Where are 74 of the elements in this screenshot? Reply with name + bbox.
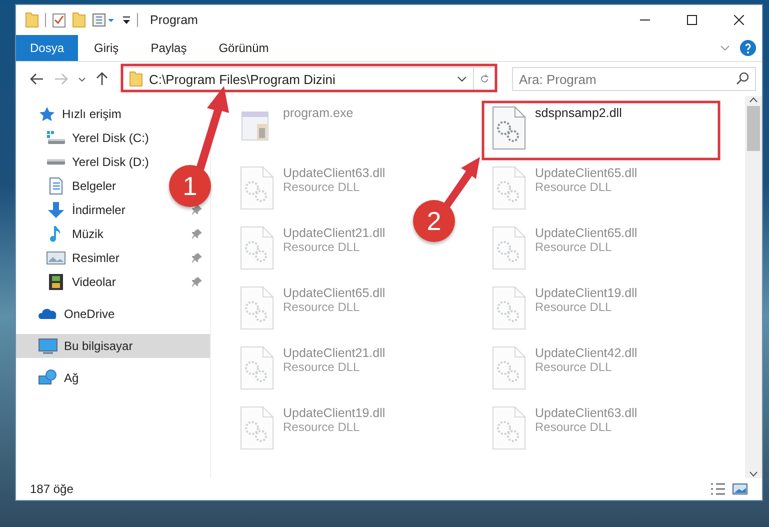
file-type: Resource DLL xyxy=(535,360,613,374)
close-icon xyxy=(734,15,744,25)
file-gear-icon xyxy=(491,406,527,450)
file-type: Resource DLL xyxy=(535,300,613,314)
dropdown-arrow-icon[interactable] xyxy=(122,15,131,25)
sidebar-item[interactable]: Yerel Disk (D:) xyxy=(16,150,157,174)
sidebar-item[interactable]: Yerel Disk (C:) xyxy=(16,126,157,150)
address-field[interactable]: C:\Program Files\Program Dizini xyxy=(122,67,496,91)
network-icon xyxy=(38,369,58,387)
view-options-icon[interactable] xyxy=(92,13,116,27)
window-title: Program xyxy=(150,13,198,27)
pin-icon xyxy=(192,253,202,263)
ribbon-tab[interactable]: Giriş xyxy=(78,35,135,61)
file-type: Resource DLL xyxy=(283,420,361,434)
folder-icon xyxy=(129,71,143,87)
file-type: Resource DLL xyxy=(535,420,613,434)
sidebar-item[interactable]: OneDrive xyxy=(16,302,123,326)
file-gear-icon xyxy=(239,346,275,390)
film-icon xyxy=(46,273,66,291)
search-icon xyxy=(736,72,749,85)
properties-icon[interactable] xyxy=(52,12,66,28)
file-gear-icon xyxy=(491,166,527,210)
ribbon-tab[interactable]: Paylaş xyxy=(134,35,203,61)
file-gear-icon xyxy=(239,166,275,210)
sidebar-item[interactable]: Müzik xyxy=(16,222,210,246)
sidebar-item[interactable]: Bu bilgisayar xyxy=(16,334,210,358)
sidebar-item[interactable]: Belgeler xyxy=(16,174,124,198)
pin-icon xyxy=(192,229,202,239)
details-view-icon[interactable] xyxy=(710,482,726,496)
help-icon[interactable] xyxy=(740,40,756,56)
file-gear-icon xyxy=(239,286,275,330)
back-button[interactable] xyxy=(28,71,46,87)
file-gear-icon xyxy=(491,286,527,330)
sidebar-item[interactable]: Videolar xyxy=(16,270,210,294)
file-type: Resource DLL xyxy=(283,360,361,374)
file-type: Resource DLL xyxy=(283,300,361,314)
file-gear-icon xyxy=(491,106,527,150)
download-arrow-icon xyxy=(46,201,66,219)
scroll-down-icon[interactable] xyxy=(749,470,758,478)
file-gear-icon xyxy=(491,226,527,270)
star-icon xyxy=(38,106,56,122)
ribbon-tab[interactable]: Görünüm xyxy=(202,35,285,61)
item-count: 187 öğe xyxy=(30,482,74,496)
file-type: Resource DLL xyxy=(535,180,613,194)
picture-icon xyxy=(46,249,66,267)
back-arrow-icon xyxy=(30,73,44,85)
refresh-icon xyxy=(480,73,489,85)
maximize-icon xyxy=(686,15,696,25)
scroll-up-icon[interactable] xyxy=(749,96,758,104)
file-gear-icon xyxy=(239,406,275,450)
pin-icon xyxy=(192,205,202,215)
drive-icon xyxy=(47,159,65,165)
file-name[interactable]: sdspnsamp2.dll xyxy=(535,106,622,120)
file-gear-icon xyxy=(239,226,275,270)
up-button[interactable] xyxy=(94,70,110,88)
up-arrow-icon xyxy=(96,72,108,86)
monitor-icon xyxy=(38,337,58,355)
sidebar-item[interactable]: Ağ xyxy=(16,366,87,390)
folder-icon xyxy=(25,12,39,28)
sidebar-item[interactable]: Hızlı erişim xyxy=(16,102,130,126)
large-icons-view-icon[interactable] xyxy=(732,482,748,496)
search-field[interactable]: Ara: Program xyxy=(512,67,756,91)
file-type: Resource DLL xyxy=(283,240,361,254)
ribbon-tab[interactable]: Dosya xyxy=(16,35,78,61)
pin-icon xyxy=(192,277,202,287)
sidebar-item[interactable]: Resimler xyxy=(16,246,210,270)
file-gear-icon xyxy=(491,346,527,390)
forward-arrow-icon xyxy=(54,73,68,85)
cloud-icon xyxy=(38,307,58,321)
scrollbar-thumb[interactable] xyxy=(747,106,760,151)
file-type: Resource DLL xyxy=(535,240,613,254)
file-type: Resource DLL xyxy=(283,180,361,194)
chevron-down-icon[interactable] xyxy=(457,76,467,82)
drive-icon xyxy=(46,130,66,146)
